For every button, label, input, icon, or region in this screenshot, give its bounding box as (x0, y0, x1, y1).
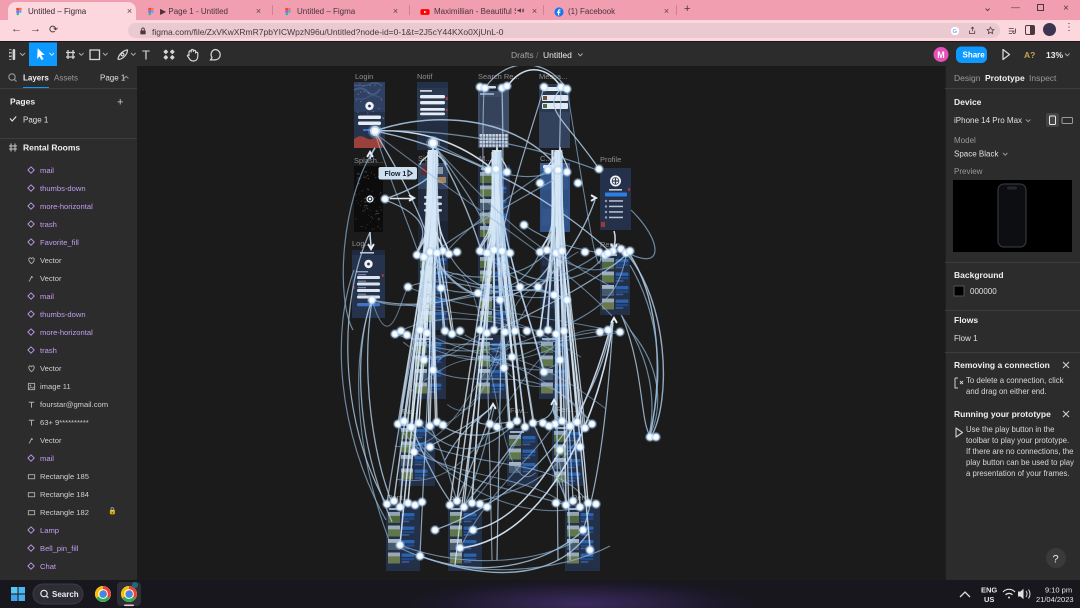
svg-text:play button can be used to pla: play button can be used to play (966, 458, 1074, 467)
svg-text:ENG: ENG (981, 586, 997, 595)
svg-text:Device: Device (954, 97, 982, 107)
svg-text:A?: A? (1024, 50, 1035, 60)
svg-text:Share: Share (963, 51, 986, 60)
svg-text:21/04/2023: 21/04/2023 (1036, 595, 1074, 604)
svg-text:If there are no connections, t: If there are no connections, the (966, 447, 1074, 456)
svg-text:?: ? (1053, 554, 1059, 566)
svg-text:Preview: Preview (954, 167, 983, 176)
svg-text:Fav...: Fav... (510, 406, 528, 415)
svg-text:Untitled: Untitled (543, 50, 572, 60)
svg-text:Search: Search (52, 590, 79, 599)
svg-text:Running your prototype: Running your prototype (954, 409, 1051, 419)
svg-text:Page 1: Page 1 (100, 74, 126, 83)
svg-text:Flow 1: Flow 1 (385, 171, 407, 178)
svg-text:Log...: Log... (352, 239, 371, 248)
svg-text:Design: Design (954, 73, 981, 83)
svg-text:Removing a connection: Removing a connection (954, 360, 1050, 370)
svg-text:Page 1: Page 1 (23, 116, 49, 125)
svg-text:9:10 pm: 9:10 pm (1045, 586, 1072, 595)
svg-text:Prototype: Prototype (985, 73, 1025, 83)
svg-text:T: T (142, 48, 150, 63)
svg-text:M: M (937, 50, 945, 60)
svg-text:Use the play button in the: Use the play button in the (966, 425, 1054, 434)
svg-text:Background: Background (954, 270, 1004, 280)
svg-text:Assets: Assets (54, 74, 78, 83)
svg-text:Flows: Flows (954, 315, 978, 325)
svg-text:Pages: Pages (10, 97, 35, 107)
svg-text:+: + (117, 97, 123, 109)
svg-text:Profile: Profile (600, 155, 621, 164)
svg-text:To delete a connection, click: To delete a connection, click (966, 376, 1064, 385)
svg-text:Notif: Notif (417, 72, 433, 81)
svg-text:G: G (953, 29, 958, 35)
svg-text:13%: 13% (1046, 50, 1063, 60)
svg-text:Layers: Layers (23, 74, 49, 83)
svg-text:Space Black: Space Black (954, 150, 999, 159)
svg-text:Flow 1: Flow 1 (954, 334, 978, 343)
svg-text:Splash...: Splash... (354, 156, 383, 165)
svg-text:000000: 000000 (970, 287, 997, 296)
svg-text:and drag on either end.: and drag on either end. (966, 387, 1047, 396)
svg-text:US: US (984, 595, 994, 604)
svg-text:Inspect: Inspect (1029, 73, 1057, 83)
svg-text:Model: Model (954, 136, 976, 145)
svg-text:M...: M... (479, 154, 492, 163)
svg-text:iPhone 14 Pro Max: iPhone 14 Pro Max (954, 116, 1022, 125)
svg-text:toolbar to play your prototype: toolbar to play your prototype. (966, 436, 1069, 445)
svg-text:Drafts: Drafts (511, 50, 534, 60)
svg-text:Rental Rooms: Rental Rooms (23, 143, 80, 153)
svg-text:/: / (536, 50, 539, 60)
svg-text:a presentation of your frames.: a presentation of your frames. (966, 469, 1070, 478)
svg-text:Login: Login (355, 72, 373, 81)
